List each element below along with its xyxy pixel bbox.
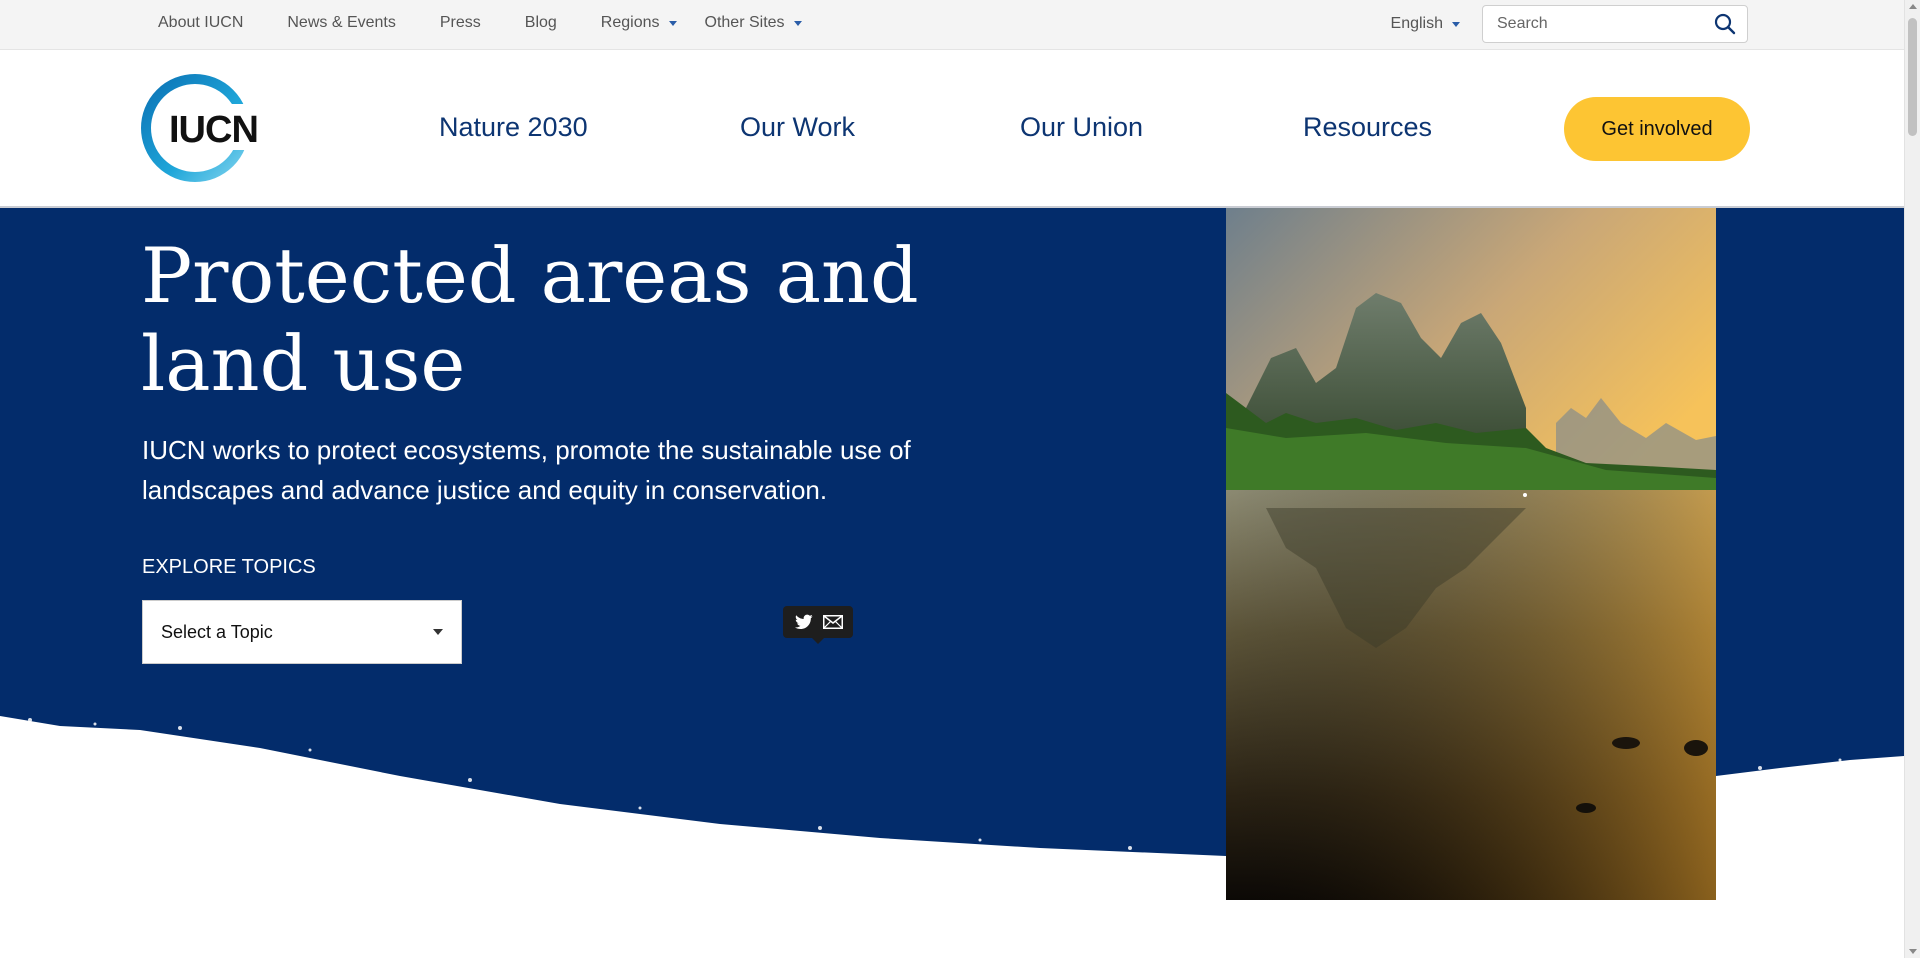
explore-topics-label: EXPLORE TOPICS	[142, 556, 316, 578]
hero-section: Protected areas and land use IUCN works …	[0, 208, 1904, 900]
chevron-down-icon	[793, 20, 802, 26]
search-icon[interactable]	[1713, 12, 1737, 36]
search-box	[1482, 5, 1748, 43]
topic-select-value: Select a Topic	[161, 621, 273, 642]
utility-right: English	[1391, 5, 1748, 43]
search-input[interactable]	[1497, 15, 1713, 33]
hero-description: IUCN works to protect ecosystems, promot…	[142, 435, 911, 505]
topic-select[interactable]: Select a Topic	[142, 600, 462, 664]
get-involved-button[interactable]: Get involved	[1564, 97, 1750, 161]
nav-our-union[interactable]: Our Union	[1020, 112, 1143, 143]
utility-link-news-events[interactable]: News & Events	[287, 14, 395, 32]
chevron-down-icon	[433, 629, 443, 635]
utility-link-regions[interactable]: Regions	[601, 14, 677, 32]
nav-our-work[interactable]: Our Work	[740, 112, 855, 143]
utility-link-blog[interactable]: Blog	[525, 14, 557, 32]
nav-resources[interactable]: Resources	[1303, 112, 1432, 143]
main-header: IUCN Nature 2030 Our Work Our Union Reso…	[0, 50, 1904, 208]
twitter-icon[interactable]	[792, 610, 816, 634]
nav-nature-2030[interactable]: Nature 2030	[439, 112, 588, 143]
page-title: Protected areas and land use	[141, 231, 919, 408]
share-tooltip	[783, 606, 853, 644]
page-scrollbar[interactable]	[1904, 0, 1920, 958]
scroll-down-icon[interactable]	[1909, 949, 1917, 954]
utility-links: About IUCN News & Events Press Blog Regi…	[158, 0, 846, 46]
language-selector[interactable]: English	[1391, 15, 1460, 33]
email-icon[interactable]	[821, 610, 845, 634]
utility-link-other-sites[interactable]: Other Sites	[705, 14, 802, 32]
chevron-down-icon	[668, 20, 677, 26]
utility-link-about[interactable]: About IUCN	[158, 14, 243, 32]
utility-link-press[interactable]: Press	[440, 14, 481, 32]
scrollbar-thumb[interactable]	[1908, 18, 1917, 136]
karst-river-photo	[1226, 208, 1716, 900]
chevron-down-icon	[1452, 21, 1460, 27]
scroll-up-icon[interactable]	[1909, 4, 1917, 9]
utility-bar: About IUCN News & Events Press Blog Regi…	[0, 0, 1904, 50]
